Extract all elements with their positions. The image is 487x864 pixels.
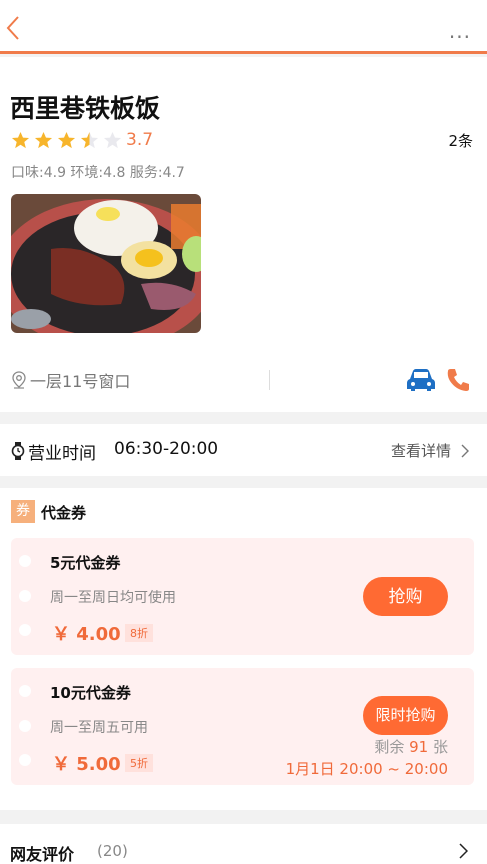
- location-pin-icon: [12, 371, 26, 389]
- phone-icon[interactable]: [446, 367, 470, 393]
- voucher-usage: 周一至周日均可使用: [50, 590, 176, 606]
- view-details-link[interactable]: 查看详情: [391, 440, 469, 461]
- back-chevron-icon[interactable]: [4, 14, 22, 42]
- divider: [269, 370, 270, 390]
- flash-buy-button[interactable]: 限时抢购: [363, 696, 448, 735]
- star-icon: [11, 131, 30, 148]
- discount-tag: 5折: [125, 754, 153, 772]
- rating-value: 3.7: [126, 130, 154, 150]
- hours-value: 06:30-20:00: [114, 439, 219, 459]
- empty-star-icon: [103, 131, 122, 148]
- reviews-row[interactable]: 网友评价 (20): [0, 824, 487, 864]
- hours-label: 营业时间: [28, 444, 96, 464]
- voucher-card[interactable]: 10元代金券 周一至周五可用 ￥ 5.00 5折 限时抢购 剩余 91 张 1月…: [11, 668, 474, 785]
- voucher-section-title: 代金券: [41, 504, 87, 522]
- top-bar: ...: [0, 0, 487, 54]
- bullet-dot: [19, 720, 31, 732]
- reviews-title: 网友评价: [10, 845, 75, 864]
- rating-stars: 3.7: [11, 129, 153, 151]
- voucher-price: ￥ 5.00: [52, 754, 121, 775]
- remaining-suffix: 张: [432, 738, 448, 756]
- star-icon: [34, 131, 53, 148]
- chevron-right-icon: [461, 444, 469, 457]
- business-hours-row[interactable]: 营业时间 06:30-20:00 查看详情: [0, 424, 487, 476]
- bullet-dot: [19, 590, 31, 602]
- star-icon: [57, 131, 76, 148]
- location-row: 一层11号窗口: [0, 364, 487, 394]
- voucher-section: 券 代金券 5元代金券 周一至周日均可使用 ￥ 4.00 8折 抢购 10元代金…: [0, 488, 487, 810]
- bullet-dot: [19, 555, 31, 567]
- watch-icon: [11, 442, 25, 460]
- voucher-usage: 周一至周五可用: [50, 720, 148, 736]
- view-details-label: 查看详情: [390, 442, 451, 460]
- buy-button[interactable]: 抢购: [363, 577, 448, 616]
- bullet-dot: [19, 685, 31, 697]
- sale-period: 1月1日 20:00 ~ 20:00: [285, 760, 448, 778]
- chevron-right-icon: [459, 843, 468, 859]
- car-icon[interactable]: [405, 367, 437, 393]
- voucher-badge-icon: 券: [11, 500, 35, 523]
- half-star-icon: [80, 131, 99, 148]
- voucher-name: 10元代金券: [50, 684, 131, 702]
- voucher-price: ￥ 4.00: [52, 624, 121, 645]
- sub-scores: 口味:4.9 环境:4.8 服务:4.7: [11, 165, 185, 181]
- bullet-dot: [19, 624, 31, 636]
- bullet-dot: [19, 754, 31, 766]
- store-info-card: 西里巷铁板饭 3.7 2条 口味:4.9 环境:4.8 服务:4.7 一层11号…: [0, 57, 487, 412]
- reviews-count: (20): [97, 842, 128, 860]
- voucher-name: 5元代金券: [50, 554, 121, 572]
- remaining-count: 剩余 91 张: [374, 736, 448, 757]
- voucher-card[interactable]: 5元代金券 周一至周日均可使用 ￥ 4.00 8折 抢购: [11, 538, 474, 655]
- store-photo[interactable]: [11, 194, 201, 333]
- review-count[interactable]: 2条: [448, 130, 473, 151]
- location-text: 一层11号窗口: [30, 372, 131, 391]
- remaining-prefix: 剩余: [374, 738, 405, 756]
- discount-tag: 8折: [125, 624, 153, 642]
- remaining-number: 91: [409, 738, 429, 756]
- more-menu-icon[interactable]: ...: [449, 21, 471, 41]
- store-name: 西里巷铁板饭: [10, 94, 161, 123]
